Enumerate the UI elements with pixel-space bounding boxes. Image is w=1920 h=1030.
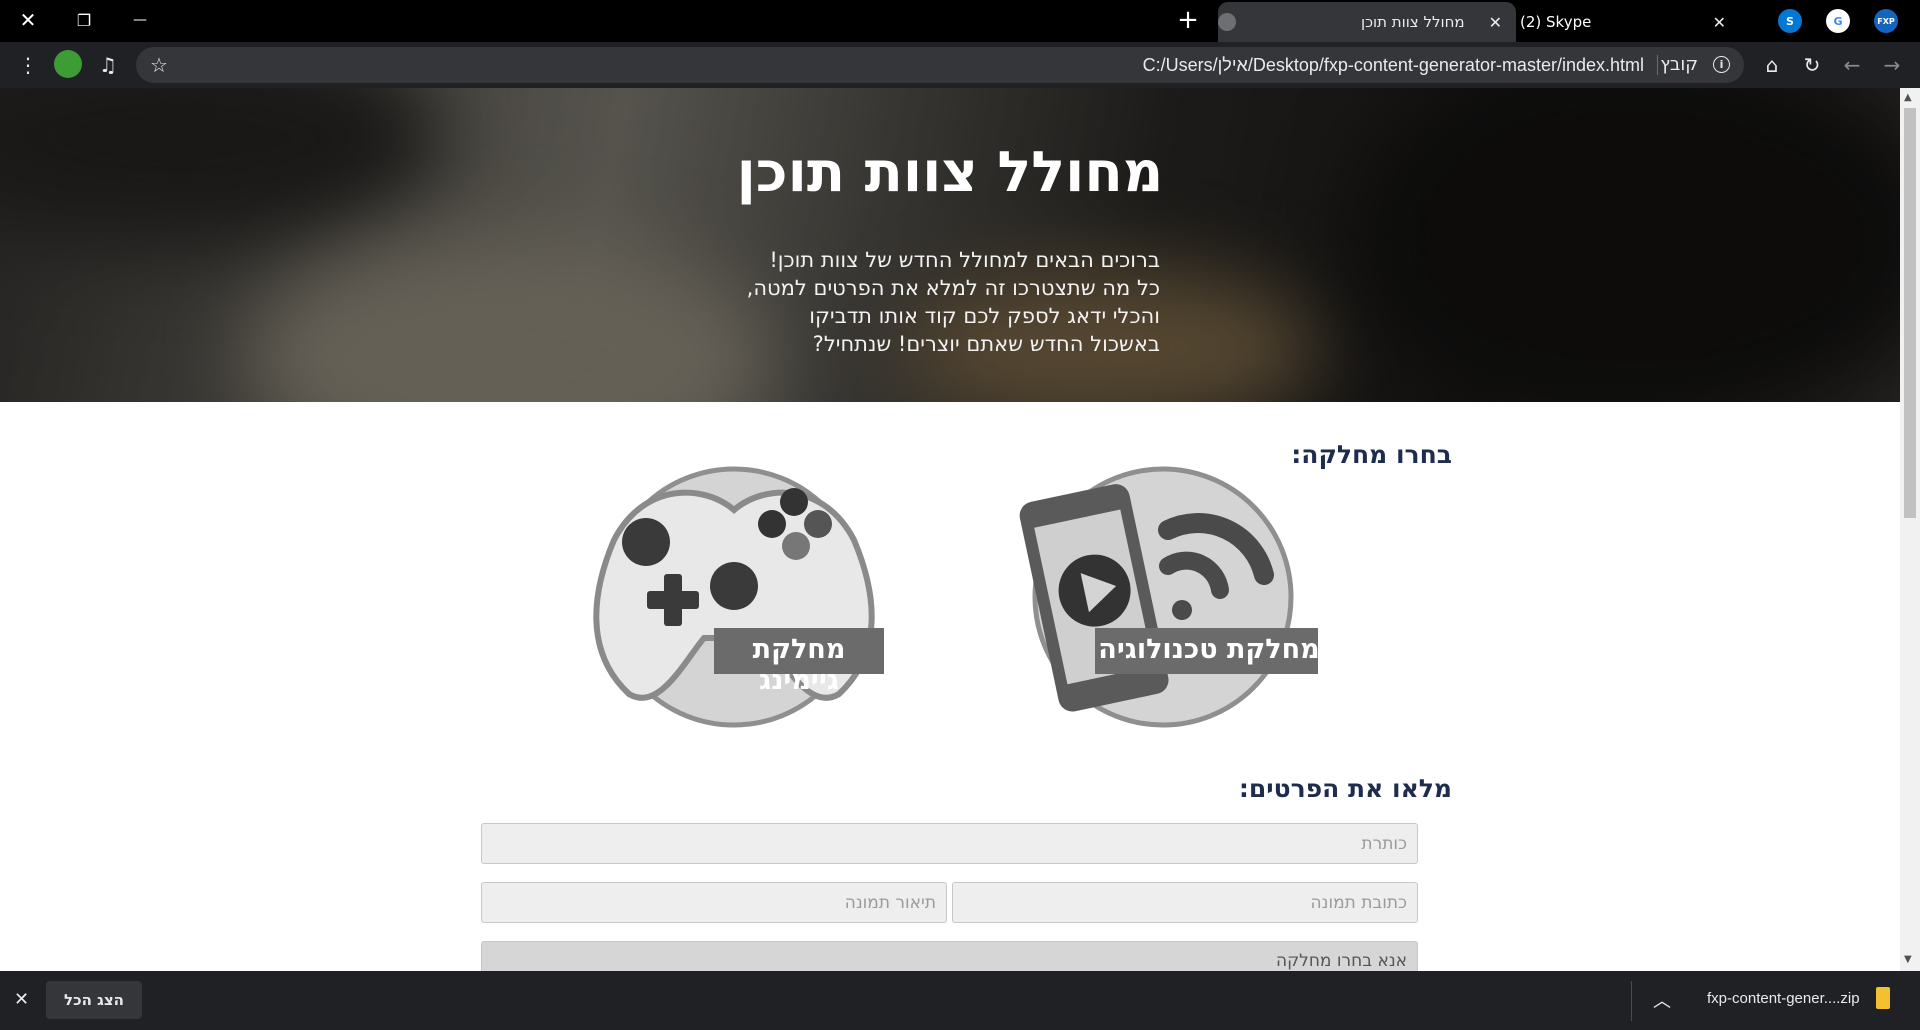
image-description-input[interactable] bbox=[481, 882, 947, 923]
skype-icon[interactable]: S bbox=[1778, 9, 1802, 33]
download-divider bbox=[1631, 981, 1632, 1021]
gaming-department-label: מחלקת גיימינג bbox=[752, 634, 846, 696]
intro-line: והכלי ידאג לספק לכם קוד אותו תדביקו bbox=[809, 304, 1160, 328]
tab-skype[interactable]: ✕ (2) Skype bbox=[1520, 2, 1740, 42]
new-tab-button[interactable]: + bbox=[1160, 0, 1216, 40]
technology-department-button[interactable]: מחלקת טכנולוגיה bbox=[1018, 462, 1321, 732]
gaming-department-button[interactable]: מחלקת גיימינג bbox=[584, 462, 884, 732]
forward-icon[interactable]: ← bbox=[1840, 53, 1864, 77]
scroll-down-icon[interactable]: ▼ bbox=[1904, 954, 1912, 965]
page-scrollbar[interactable]: ▲ ▼ bbox=[1900, 88, 1920, 971]
close-window-icon[interactable]: ✕ bbox=[0, 0, 56, 40]
media-control-icon[interactable]: ♫ bbox=[96, 53, 120, 77]
department-select[interactable]: אנא בחרו מחלקה bbox=[481, 941, 1418, 971]
fxp-icon[interactable]: FXP bbox=[1874, 9, 1898, 33]
close-tab-icon[interactable]: ✕ bbox=[1489, 13, 1502, 32]
download-bar: ✕ הצג הכל ︿ fxp-content-gener....zip bbox=[0, 971, 1920, 1030]
page-viewport: מחולל צוות תוכן ברוכים הבאים למחולל החדש… bbox=[0, 88, 1900, 971]
menu-icon[interactable]: ⋮ bbox=[16, 53, 40, 77]
url-text[interactable]: C:/Users/אילן/Desktop/fxp-content-genera… bbox=[1143, 55, 1644, 76]
hero-banner: מחולל צוות תוכן ברוכים הבאים למחולל החדש… bbox=[0, 88, 1900, 402]
chevron-up-icon[interactable]: ︿ bbox=[1653, 987, 1671, 1013]
extension-icon[interactable] bbox=[54, 50, 82, 78]
google-icon[interactable]: G bbox=[1826, 9, 1850, 33]
show-all-downloads-button[interactable]: הצג הכל bbox=[46, 981, 142, 1019]
close-download-bar-icon[interactable]: ✕ bbox=[14, 989, 29, 1010]
zip-file-icon bbox=[1876, 987, 1890, 1009]
restore-window-icon[interactable]: ❐ bbox=[56, 0, 112, 40]
url-scheme-label: קובץ bbox=[1660, 54, 1698, 75]
tab-title: (2) Skype bbox=[1520, 13, 1592, 31]
back-icon[interactable]: → bbox=[1880, 53, 1904, 77]
fill-details-heading: מלאו את הפרטים: bbox=[1238, 774, 1452, 803]
technology-department-label: מחלקת טכנולוגיה bbox=[1098, 634, 1320, 665]
address-bar[interactable]: ☆ C:/Users/אילן/Desktop/fxp-content-gene… bbox=[136, 47, 1744, 83]
home-icon[interactable]: ⌂ bbox=[1760, 53, 1784, 77]
tab-title: מחולל צוות תוכן bbox=[1361, 13, 1465, 31]
site-info-icon[interactable]: i bbox=[1713, 56, 1730, 73]
phone-wifi-icon bbox=[1019, 466, 1321, 728]
intro-line: ברוכים הבאים למחולל החדש של צוות תוכן! bbox=[769, 248, 1160, 272]
title-input[interactable] bbox=[481, 823, 1418, 864]
intro-line: באשכול החדש שאתם יוצרים! שנתחיל? bbox=[812, 332, 1160, 356]
intro-line: כל מה שתצטרכו זה למלא את הפרטים למטה, bbox=[746, 276, 1160, 300]
downloaded-file-name[interactable]: fxp-content-gener....zip bbox=[1707, 990, 1860, 1007]
title-bar: ✕ ❐ — + ✕ מחולל צוות תוכן ✕ (2) Skype S … bbox=[0, 0, 1920, 42]
scroll-up-icon[interactable]: ▲ bbox=[1904, 92, 1912, 103]
tab-content-generator[interactable]: ✕ מחולל צוות תוכן bbox=[1218, 2, 1516, 42]
page-title: מחולל צוות תוכן bbox=[736, 140, 1164, 205]
close-tab-icon[interactable]: ✕ bbox=[1713, 13, 1726, 32]
bookmark-star-icon[interactable]: ☆ bbox=[150, 53, 168, 77]
minimize-window-icon[interactable]: — bbox=[112, 0, 168, 40]
reload-icon[interactable]: ↻ bbox=[1800, 53, 1824, 77]
image-url-input[interactable] bbox=[952, 882, 1418, 923]
url-separator bbox=[1657, 55, 1658, 75]
scroll-thumb[interactable] bbox=[1904, 108, 1916, 518]
globe-icon bbox=[1218, 13, 1236, 31]
hero-intro: ברוכים הבאים למחולל החדש של צוות תוכן! כ… bbox=[700, 246, 1160, 358]
